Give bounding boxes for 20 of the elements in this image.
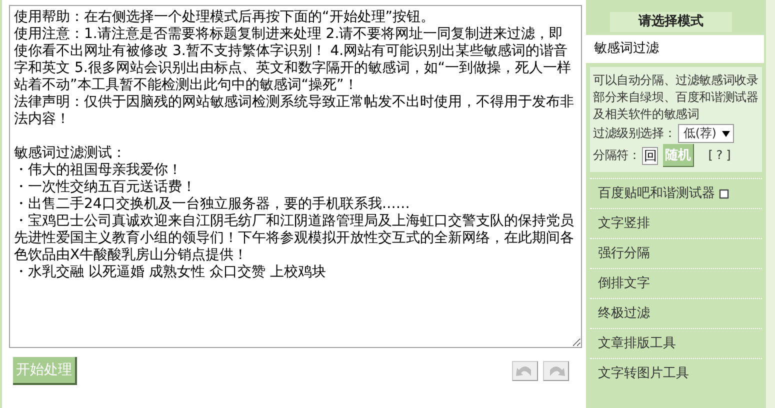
mode-description: 可以自动分隔、过滤敏感词收录部分来自绿坝、百度和谐测试器及相关软件的敏感词 (593, 72, 759, 123)
window-icon (719, 189, 729, 199)
mode-item[interactable]: 敏感词过滤 (586, 35, 764, 63)
separator-field[interactable]: 回 (642, 146, 658, 164)
mode-item[interactable]: 倒排文字 (590, 268, 762, 298)
redo-button[interactable] (543, 361, 569, 381)
mode-item[interactable]: 文字转图片工具 (590, 358, 762, 388)
mode-item[interactable]: 强行分隔 (590, 238, 762, 268)
separator-label: 分隔符： (593, 147, 640, 164)
help-link[interactable]: [ ? ] (708, 147, 731, 164)
level-select[interactable]: 低(荐) (678, 124, 734, 143)
mode-item[interactable]: 终极过滤 (590, 298, 762, 328)
dropdown-arrow-icon (722, 130, 730, 136)
undo-button[interactable] (512, 361, 538, 381)
mode-item[interactable]: 百度贴吧和谐测试器 (590, 178, 762, 208)
level-label: 过滤级别选择： (593, 125, 676, 142)
text-input-field[interactable]: 使用帮助：在右侧选择一个处理模式后再按下面的“开始处理”按钮。 使用注意：1.请注意是否需要将标题复制进来处理 2.请不要将网址一同复制进来过滤，即使你看不出网址有被修改 3.暂不支持繁体字识别！ 4.网站有可能识别出某些敏感词的谐音字和英文 5.很多网站会识别出由标点、英文和数字隔开的敏感词，如“一到做操，死人一样站着不动”本工具暂不能检测出此句中的敏感词“操死”！ 法律声明：仅供于因脑残的网站敏感词检测系统导致正常帖发不出时使用，不得用于发布非法内容！ 敏感词过滤测试： ・伟大的祖国母亲我爱你！ ・一次性交纳五百元送话费！ ・出售二手24口交换机及一台独立服务器，要的手机联系我…… ・宝鸡巴士公司真诚欢迎来自江阴毛纺厂和江阴道路管理局及上海虹口交警支队的保持党员先进性爱国主义教育小组的领导们！下午将参观模拟开放性交互式的全新网络，在此期间各色饮品由X牛酸酸乳房山分销点提供！ ・水乳交融 以死逼婚 成熟女性 众口交赞 上校鸡块 (9, 5, 582, 348)
mode-item[interactable]: 文字竖排 (590, 208, 762, 238)
sidebar-heading: 请选择模式 (610, 12, 732, 32)
mode-item[interactable]: 文章排版工具 (590, 328, 762, 358)
